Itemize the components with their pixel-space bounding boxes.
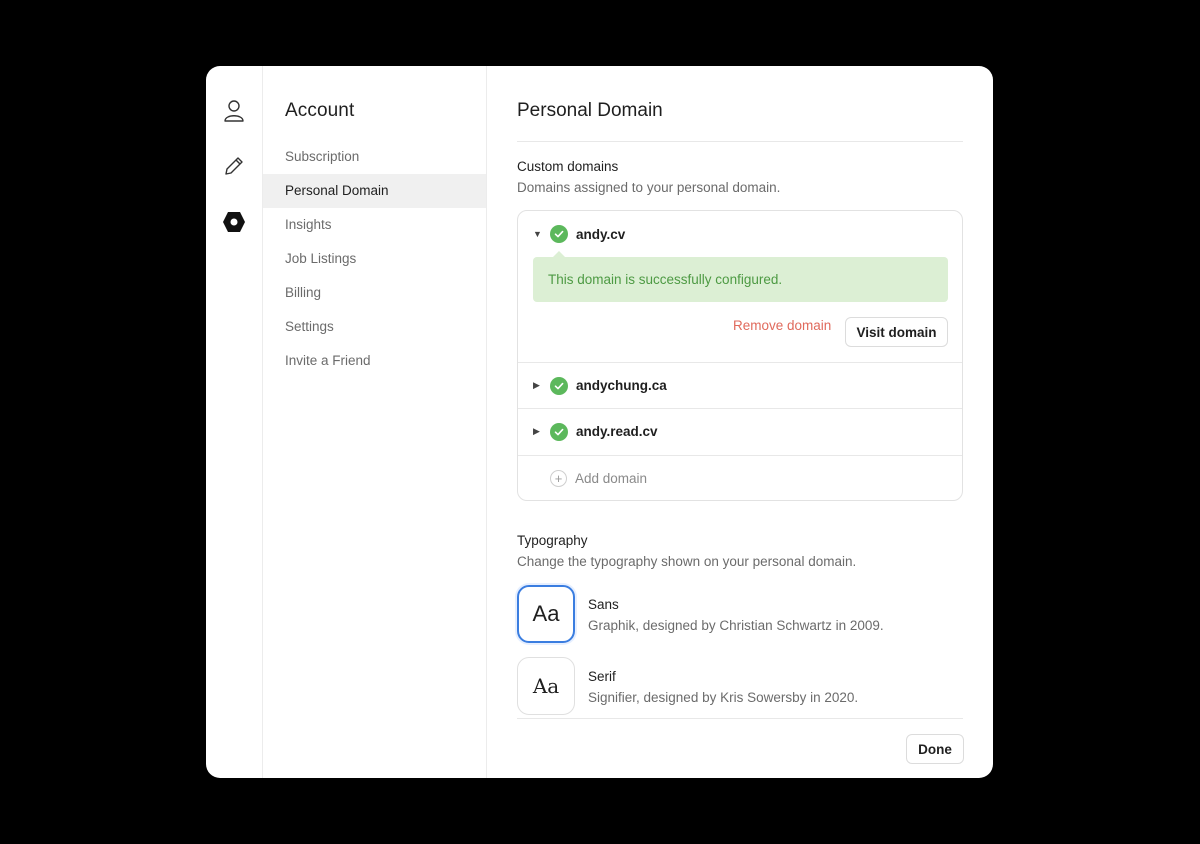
caret-down-icon[interactable]: ▼ <box>533 229 543 239</box>
domain-list: ▼ andy.cv This domain is successfully co… <box>517 210 963 501</box>
check-circle-icon <box>550 225 568 243</box>
domain-row[interactable]: ▼ andy.cv <box>518 211 962 257</box>
nav-title: Account <box>285 100 355 121</box>
custom-domains-description: Domains assigned to your personal domain… <box>517 180 781 195</box>
main-panel: Personal Domain Custom domains Domains a… <box>487 66 993 778</box>
option-name: Sans <box>588 597 619 612</box>
success-message: This domain is successfully configured. <box>533 251 948 302</box>
nav-item-personal-domain[interactable]: Personal Domain <box>263 174 486 208</box>
domain-name: andy.read.cv <box>576 424 658 439</box>
nav-item-settings[interactable]: Settings <box>263 310 486 344</box>
domain-row[interactable]: ▶ andychung.ca <box>518 362 962 408</box>
check-circle-icon <box>550 422 568 441</box>
settings-window: Account Subscription Personal Domain Ins… <box>206 66 993 778</box>
typography-option-serif[interactable]: Aa Serif Signifier, designed by Kris Sow… <box>517 657 963 717</box>
footer-divider <box>517 718 963 719</box>
caret-right-icon[interactable]: ▶ <box>533 426 543 437</box>
visit-domain-button[interactable]: Visit domain <box>845 317 948 347</box>
serif-sample[interactable]: Aa <box>517 657 575 715</box>
sans-sample[interactable]: Aa <box>517 585 575 643</box>
typography-option-sans[interactable]: Aa Sans Graphik, designed by Christian S… <box>517 585 963 645</box>
page-title: Personal Domain <box>517 100 663 121</box>
remove-domain-button[interactable]: Remove domain <box>733 318 831 333</box>
check-circle-icon <box>550 376 568 395</box>
custom-domains-title: Custom domains <box>517 159 619 174</box>
domain-name: andychung.ca <box>576 378 667 393</box>
pencil-icon[interactable] <box>221 153 247 179</box>
option-description: Graphik, designed by Christian Schwartz … <box>588 618 884 633</box>
add-domain-label: Add domain <box>575 471 648 486</box>
account-nav: Account Subscription Personal Domain Ins… <box>263 66 487 778</box>
nav-item-billing[interactable]: Billing <box>263 276 486 310</box>
nav-item-insights[interactable]: Insights <box>263 208 486 242</box>
hexagon-icon[interactable] <box>221 209 247 235</box>
plus-icon: + <box>550 470 567 487</box>
add-domain-button[interactable]: + Add domain <box>518 455 962 501</box>
icon-rail <box>206 66 263 778</box>
domain-row[interactable]: ▶ andy.read.cv <box>518 408 962 454</box>
option-description: Signifier, designed by Kris Sowersby in … <box>588 690 859 705</box>
title-divider <box>517 141 963 142</box>
done-button[interactable]: Done <box>906 734 964 764</box>
nav-item-subscription[interactable]: Subscription <box>263 140 486 174</box>
nav-item-invite-a-friend[interactable]: Invite a Friend <box>263 344 486 378</box>
option-name: Serif <box>588 669 616 684</box>
typography-description: Change the typography shown on your pers… <box>517 554 857 569</box>
user-icon[interactable] <box>221 98 247 124</box>
nav-item-job-listings[interactable]: Job Listings <box>263 242 486 276</box>
nav-list: Subscription Personal Domain Insights Jo… <box>263 140 486 378</box>
caret-right-icon[interactable]: ▶ <box>533 380 543 391</box>
typography-title: Typography <box>517 533 588 548</box>
domain-name: andy.cv <box>576 226 626 242</box>
